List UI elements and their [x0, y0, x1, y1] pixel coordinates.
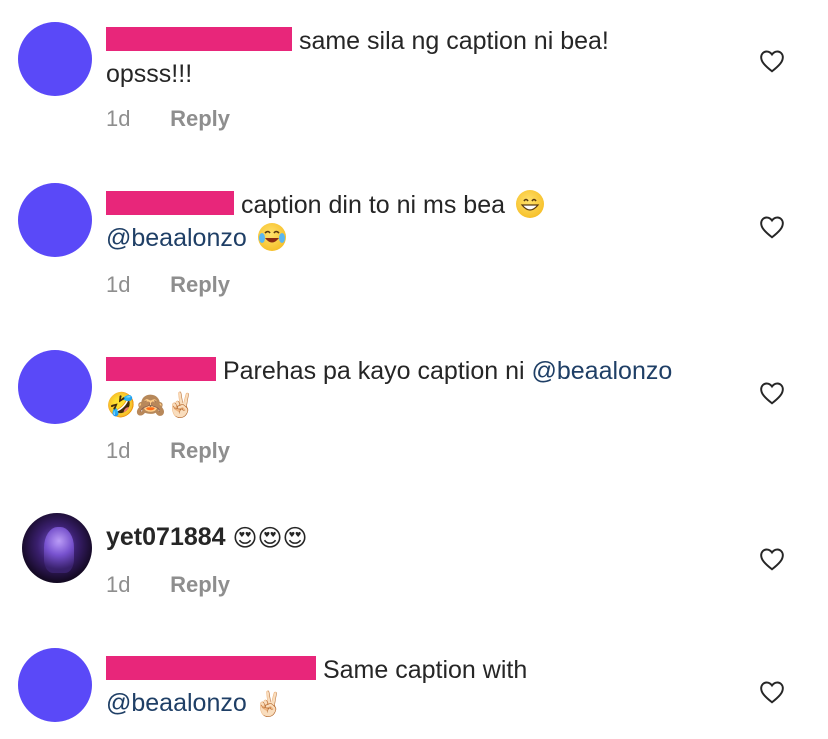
- reply-button[interactable]: Reply: [170, 572, 230, 597]
- tears-of-joy-emoji-icon: [257, 223, 286, 251]
- reply-button[interactable]: Reply: [170, 106, 230, 131]
- redacted-username: [106, 191, 234, 215]
- comment-text: yet071884 😍😍😍: [106, 521, 746, 554]
- avatar-figure: [44, 527, 74, 573]
- username-link[interactable]: yet071884: [106, 523, 226, 551]
- emoji-reactions: 😍😍😍: [232, 525, 308, 552]
- timestamp: 1d: [106, 438, 131, 463]
- comment-text: Same caption with @beaalonzo ✌🏻: [106, 654, 746, 720]
- comment-text: caption din to ni ms bea @beaalonzo: [106, 189, 746, 255]
- emoji-reactions: ✌🏻: [253, 691, 284, 718]
- reply-button[interactable]: Reply: [170, 438, 230, 463]
- heart-icon[interactable]: [759, 49, 785, 73]
- comment-meta: 1d Reply: [106, 572, 230, 598]
- timestamp: 1d: [106, 572, 131, 597]
- comment-text: Parehas pa kayo caption ni @beaalonzo 🤣🙈…: [106, 355, 746, 421]
- grinning-emoji-icon: [515, 190, 544, 218]
- comment-body-continued: opsss!!!: [106, 60, 193, 88]
- avatar[interactable]: [18, 183, 92, 257]
- redacted-username: [106, 656, 316, 680]
- avatar[interactable]: [18, 648, 92, 722]
- heart-icon[interactable]: [759, 680, 785, 704]
- timestamp: 1d: [106, 106, 131, 131]
- emoji-reactions: 🤣🙈✌🏻: [106, 392, 196, 419]
- heart-icon[interactable]: [759, 215, 785, 239]
- comment-body: Same caption with: [322, 656, 528, 684]
- comment-meta: 1d Reply: [106, 438, 230, 464]
- mention-link[interactable]: @beaalonzo: [532, 357, 673, 385]
- comment-body: Parehas pa kayo caption ni: [222, 357, 532, 385]
- avatar[interactable]: [18, 350, 92, 424]
- comment-meta: 1d Reply: [106, 272, 230, 298]
- comment-meta: 1d Reply: [106, 106, 230, 132]
- avatar[interactable]: [22, 513, 92, 583]
- heart-icon[interactable]: [759, 547, 785, 571]
- comment-body: caption din to ni ms bea: [240, 191, 506, 219]
- redacted-username: [106, 357, 216, 381]
- reply-button[interactable]: Reply: [170, 272, 230, 297]
- heart-icon[interactable]: [759, 381, 785, 405]
- mention-link[interactable]: @beaalonzo: [106, 689, 247, 717]
- comment-text: same sila ng caption ni bea! opsss!!!: [106, 25, 746, 91]
- mention-link[interactable]: @beaalonzo: [106, 224, 247, 252]
- timestamp: 1d: [106, 272, 131, 297]
- redacted-username: [106, 27, 292, 51]
- avatar[interactable]: [18, 22, 92, 96]
- comment-body: same sila ng caption ni bea!: [298, 27, 609, 55]
